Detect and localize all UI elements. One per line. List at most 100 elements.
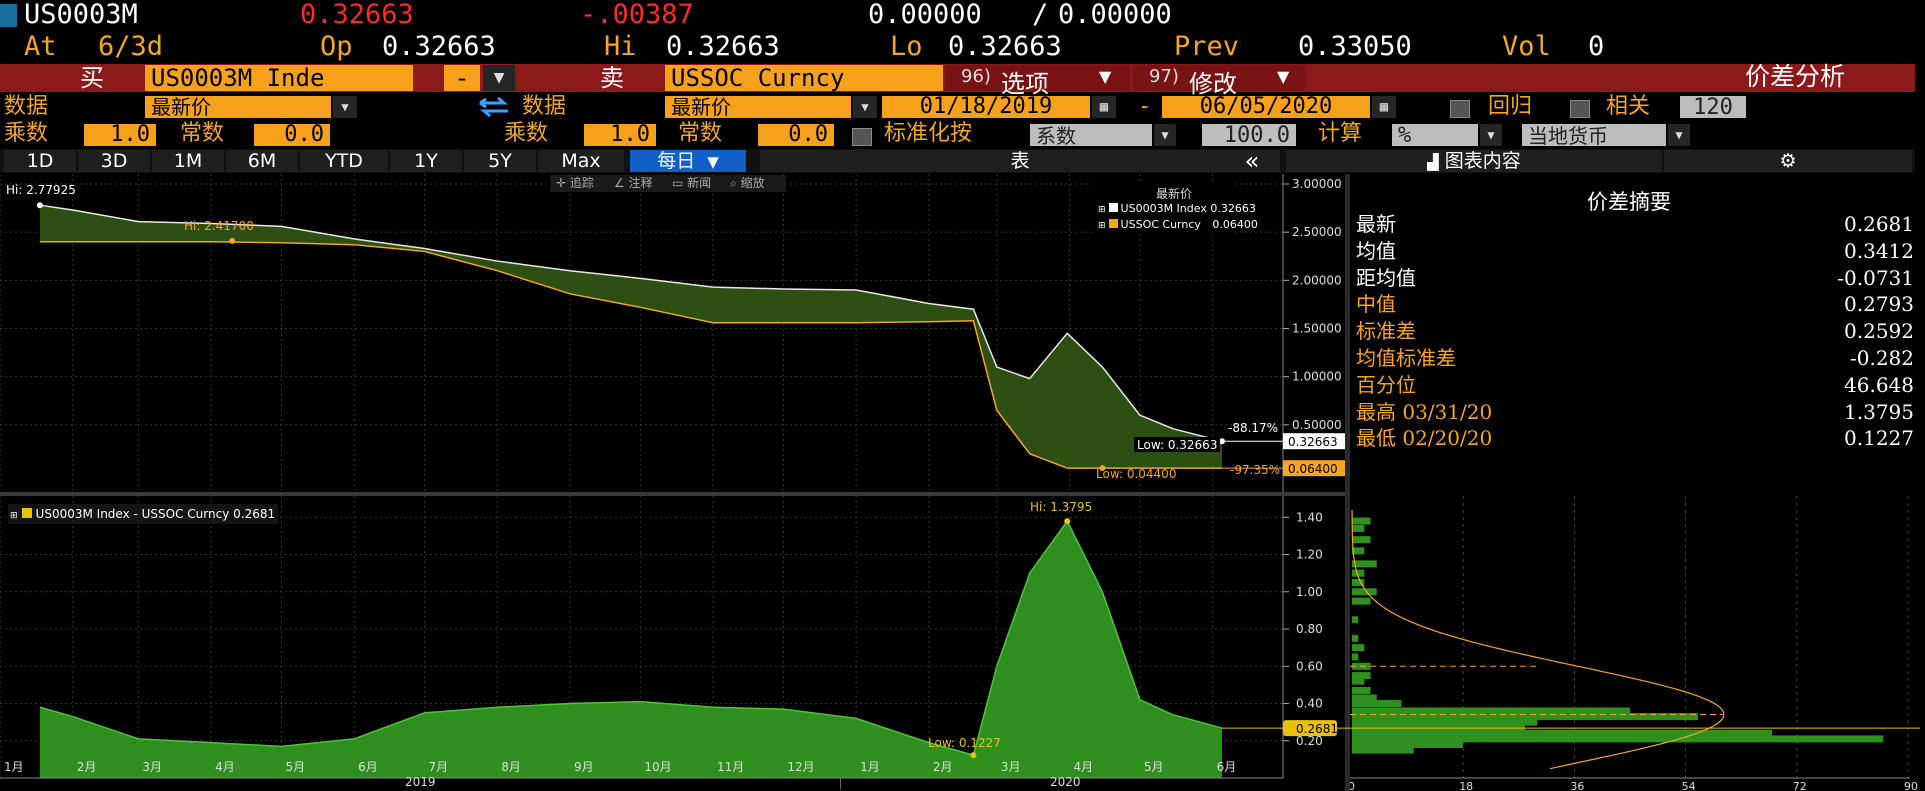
x-month-label: 4月 — [215, 760, 235, 774]
normalize-method-select[interactable]: 系数 — [1030, 124, 1152, 148]
chart-content-button[interactable]: ▟ 图表内容 — [1286, 150, 1662, 172]
legend-series-value: 0.06400 — [1212, 218, 1258, 231]
histogram-x-tick-label: 54 — [1682, 780, 1696, 791]
sell-multiplier-input[interactable]: 1.0 — [584, 124, 656, 146]
x-month-label: 12月 — [787, 760, 815, 774]
summary-row-value: -0.0731 — [1837, 265, 1914, 290]
options-menu-button[interactable]: 96) 选项 ▼ — [945, 65, 1130, 98]
summary-row-value: -0.282 — [1849, 346, 1914, 370]
tab-5y[interactable]: 5Y — [464, 150, 536, 172]
legend-title: 最新价 — [1156, 187, 1193, 201]
summary-row-key: 最新 — [1356, 212, 1396, 236]
buy-data-dropdown-button[interactable]: ▼ — [333, 96, 357, 118]
x-month-label: 2月 — [932, 760, 953, 774]
normalize-value-input[interactable]: 100.0 — [1202, 124, 1296, 148]
summary-row-value: 0.2592 — [1844, 319, 1914, 344]
frequency-select[interactable]: 每日 ▼ — [630, 150, 746, 172]
buy-data-select[interactable]: 最新价 — [145, 96, 331, 118]
normalize-checkbox[interactable] — [852, 128, 872, 146]
settings-button[interactable]: ⚙ — [1664, 150, 1912, 172]
bar-chart-icon: ▟ — [1427, 153, 1439, 171]
news-tool[interactable]: ▭ 新闻 — [672, 175, 711, 192]
correlation-checkbox[interactable] — [1570, 100, 1590, 118]
frequency-label: 每日 — [657, 150, 696, 172]
sell-data-dropdown-button[interactable]: ▼ — [853, 96, 877, 118]
lower-y-tick-label: 0.40 — [1296, 697, 1323, 711]
buy-security-input[interactable]: US0003M Inde — [145, 65, 413, 91]
table-view-button[interactable]: 表 — [760, 150, 1280, 172]
bid-price: 0.00000 — [868, 0, 982, 30]
upper-y-tick-label: 1.00000 — [1292, 370, 1342, 384]
track-tool[interactable]: ✛ 追踪 — [556, 175, 594, 192]
ask-price: 0.00000 — [1058, 0, 1172, 30]
legend-row-ussoc: ⊞ USSOC Curncy 0.06400 — [1098, 218, 1258, 231]
currency-dropdown-button[interactable]: ▼ — [1668, 124, 1690, 146]
start-date-calendar-button[interactable]: ▦ — [1092, 96, 1116, 118]
last-orange-value: 0.06400 — [1288, 462, 1338, 476]
x-month-label: 6月 — [1216, 760, 1237, 774]
tab-6m[interactable]: 6M — [226, 150, 298, 172]
calendar-icon: ▦ — [1379, 99, 1389, 115]
zoom-tool[interactable]: ⌕ 缩放 — [730, 175, 765, 192]
sell-data-select[interactable]: 最新价 — [665, 96, 851, 118]
regression-checkbox[interactable] — [1450, 100, 1470, 118]
chart-area[interactable]: 0.50000 1.00000 1.50000 2.00000 2.50000 3.000… — [0, 174, 1350, 791]
calc-method-select[interactable]: % — [1392, 124, 1478, 148]
operator-dropdown-button[interactable]: ▼ — [483, 65, 515, 91]
end-date-calendar-button[interactable]: ▦ — [1372, 96, 1396, 118]
summary-row-value: 1.3795 — [1844, 399, 1914, 424]
news-tool-label: 新闻 — [687, 176, 712, 190]
summary-row-value: 0.3412 — [1844, 238, 1914, 263]
collapse-panel-button[interactable]: « — [1222, 149, 1282, 173]
operator-select[interactable]: - — [444, 65, 480, 91]
summary-row-value: 0.1227 — [1844, 426, 1914, 451]
tab-1d[interactable]: 1D — [4, 150, 76, 172]
buy-constant-input[interactable]: 0.0 — [254, 124, 330, 146]
summary-row-key: 均值标准差 — [1356, 346, 1456, 370]
summary-row: 距均值 -0.0731 — [1356, 265, 1914, 291]
low-orange-annotation: Low: 0.04400 — [1096, 467, 1176, 481]
annotate-tool[interactable]: ∠ 注释 — [614, 175, 653, 192]
end-date-input[interactable]: 06/05/2020 — [1162, 96, 1370, 118]
ticker-color-tab — [0, 4, 17, 27]
buy-multiplier-input[interactable]: 1.0 — [84, 124, 156, 146]
x-month-label: 2月 — [76, 760, 97, 774]
pct-white-annotation: -88.17% — [1228, 421, 1278, 435]
chevron-down-icon: ▼ — [861, 100, 869, 114]
modify-menu-button[interactable]: 97) 修改 ▼ — [1133, 65, 1305, 98]
search-icon: ⌕ — [730, 176, 737, 190]
lower-y-tick-label: 1.40 — [1296, 510, 1323, 524]
histogram-bar — [1352, 524, 1365, 532]
start-date-input[interactable]: 01/18/2019 — [882, 96, 1090, 118]
annotate-tool-label: 注释 — [628, 176, 653, 190]
sell-constant-input[interactable]: 0.0 — [758, 124, 834, 146]
currency-select[interactable]: 当地货币 — [1522, 124, 1666, 148]
high-value: 0.32663 — [666, 31, 780, 62]
correlation-window-input[interactable]: 120 — [1680, 96, 1746, 120]
x-month-label: 7月 — [428, 760, 449, 774]
upper-y-tick-label: 2.50000 — [1292, 225, 1342, 239]
lower-y-tick-label: 1.00 — [1296, 585, 1323, 599]
tab-1m[interactable]: 1M — [152, 150, 224, 172]
summary-row: 最新 0.2681 — [1356, 211, 1914, 237]
tab-1y[interactable]: 1Y — [390, 150, 462, 172]
spread-legend-label: US0003M Index - USSOC Curncy 0.2681 — [35, 507, 276, 521]
bottom-legend: ⊞ US0003M Index - USSOC Curncy 0.2681 — [8, 504, 278, 524]
histogram-x-tick-label: 90 — [1904, 780, 1918, 791]
calc-method-dropdown-button[interactable]: ▼ — [1480, 124, 1502, 146]
swap-icon[interactable] — [474, 96, 514, 118]
x-month-label: 5月 — [1143, 760, 1164, 774]
prev-label: Prev — [1174, 31, 1240, 62]
sell-data-label: 数据 — [522, 94, 567, 119]
bid-ask-separator: / — [1032, 0, 1049, 30]
normalize-method-dropdown-button[interactable]: ▼ — [1154, 124, 1176, 146]
spread-hi-marker — [1064, 518, 1071, 525]
sell-security-input[interactable]: USSOC Curncy — [665, 65, 943, 91]
tab-max[interactable]: Max — [538, 150, 624, 172]
histogram-bar — [1352, 644, 1365, 652]
at-value: 6/3d — [98, 31, 164, 62]
tab-3d[interactable]: 3D — [78, 150, 150, 172]
tab-ytd[interactable]: YTD — [300, 150, 388, 172]
summary-row-value: 0.2793 — [1844, 292, 1914, 317]
zoom-tool-label: 缩放 — [740, 176, 765, 190]
